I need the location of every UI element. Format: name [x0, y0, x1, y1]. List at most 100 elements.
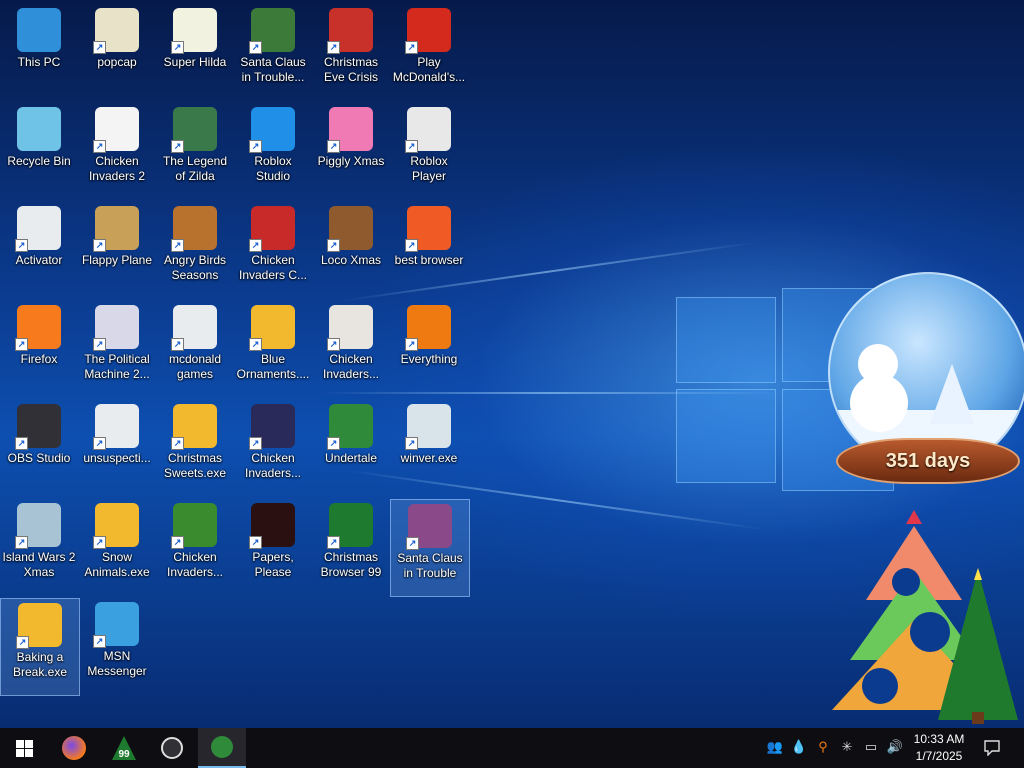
desktop-icon[interactable]: ↗ Roblox Player [390, 103, 468, 199]
desktop-icon-label: Blue Ornaments.... [236, 352, 310, 381]
desktop-icon-label: This PC [17, 55, 61, 69]
desktop-icon-label: Play McDonald's... [392, 55, 466, 84]
desktop-icon-label: MSN Messenger [87, 649, 147, 678]
shortcut-arrow-icon: ↗ [16, 636, 29, 649]
desktop-icon[interactable]: ↗ Piggly Xmas [312, 103, 390, 199]
shortcut-arrow-icon: ↗ [171, 437, 184, 450]
desktop-icon[interactable]: ↗ unsuspecti... [78, 400, 156, 496]
chicken-icon: ↗ [93, 107, 139, 153]
desktop-icon[interactable]: ↗ Chicken Invaders... [234, 400, 312, 496]
desktop-icon-label: mcdonald games [168, 352, 222, 381]
desktop-icon-label: Loco Xmas [320, 253, 382, 267]
desktop-icon[interactable]: ↗ Chicken Invaders... [312, 301, 390, 397]
desktop-icon[interactable]: ↗ Chicken Invaders... [156, 499, 234, 595]
desktop-icon[interactable]: ↗ Everything [390, 301, 468, 397]
shortcut-arrow-icon: ↗ [405, 437, 418, 450]
desktop-icon-label: Flappy Plane [81, 253, 153, 267]
desktop-icon[interactable]: ↗ Firefox [0, 301, 78, 397]
desktop-icon[interactable]: ↗ MSN Messenger [78, 598, 156, 694]
shortcut-arrow-icon: ↗ [327, 338, 340, 351]
desktop-icon[interactable]: ↗ Blue Ornaments.... [234, 301, 312, 397]
desktop-icon-label: Piggly Xmas [317, 154, 385, 168]
undertale-icon: ↗ [327, 404, 373, 450]
desktop-icon[interactable]: ↗ Loco Xmas [312, 202, 390, 298]
shortcut-arrow-icon: ↗ [327, 41, 340, 54]
taskbar-firefox[interactable] [50, 728, 98, 768]
firefox-icon [62, 736, 86, 760]
desktop-icon[interactable]: ↗ Roblox Studio [234, 103, 312, 199]
desktop-icon[interactable]: ↗ Flappy Plane [78, 202, 156, 298]
system-clock[interactable]: 10:33 AM 1/7/2025 [906, 731, 972, 765]
desktop-icon-label: Santa Claus in Trouble [397, 551, 463, 580]
taskbar-christmas-browser[interactable]: 99 [100, 728, 148, 768]
exe-icon: ↗ [249, 305, 295, 351]
chicken-icon: ↗ [171, 503, 217, 549]
taskbar-obs[interactable] [148, 728, 196, 768]
shortcut-arrow-icon: ↗ [249, 140, 262, 153]
desktop-icon-label: Undertale [324, 451, 378, 465]
desktop-icon-label: best browser [394, 253, 464, 267]
desktop-icon[interactable]: ↗ Snow Animals.exe [78, 499, 156, 595]
roblox-icon: ↗ [405, 107, 451, 153]
desktop-icon-label: Activator [15, 253, 63, 267]
shortcut-arrow-icon: ↗ [249, 536, 262, 549]
desktop-icon[interactable]: ↗ Play McDonald's... [390, 4, 468, 100]
desktop-icon[interactable]: ↗ The Legend of Zilda [156, 103, 234, 199]
brave-icon: ↗ [405, 206, 451, 252]
desktop-icon[interactable]: ↗ mcdonald games [156, 301, 234, 397]
desktop-icon[interactable]: This PC [0, 4, 78, 100]
desktop-icon-label: Santa Claus in Trouble... A... [240, 55, 306, 84]
recycle-bin-icon [17, 107, 61, 151]
shortcut-arrow-icon: ↗ [15, 437, 28, 450]
desktop-icon-label: Chicken Invaders... [166, 550, 224, 579]
desktop-icon-label: winver.exe [400, 451, 458, 465]
shortcut-arrow-icon: ↗ [93, 437, 106, 450]
game-icon: ↗ [171, 107, 217, 153]
network-icon[interactable]: ▭ [862, 738, 880, 756]
droplet-icon[interactable]: 💧 [790, 738, 808, 756]
desktop-icon[interactable]: ↗ The Political Machine 2... [78, 301, 156, 397]
desktop-icon[interactable]: ↗Santa Claus in Trouble... A... [234, 4, 312, 100]
desktop-icon[interactable]: ↗ Baking a Break.exe [0, 598, 80, 696]
desktop-icon[interactable]: ↗ Santa Claus in Trouble [390, 499, 470, 597]
desktop-icon[interactable]: ↗ Christmas Browser 99 [312, 499, 390, 595]
desktop-icon[interactable]: Recycle Bin [0, 103, 78, 199]
desktop-icon[interactable]: ↗ Super Hilda [156, 4, 234, 100]
desktop-icon-label: Firefox [20, 352, 58, 366]
snowflake-icon[interactable]: ✳ [838, 738, 856, 756]
desktop-icon[interactable]: ↗ Undertale [312, 400, 390, 496]
shortcut-arrow-icon: ↗ [406, 537, 419, 550]
desktop-icon-label: OBS Studio [7, 451, 71, 465]
shortcut-arrow-icon: ↗ [93, 338, 106, 351]
taskbar: 99 👥 💧 ⚲ ✳ ▭ 🔊 10:33 AM 1/7/2025 [0, 728, 1024, 768]
shortcut-arrow-icon: ↗ [405, 338, 418, 351]
santa-icon: ↗ [327, 8, 373, 54]
notification-center-button[interactable] [972, 728, 1012, 768]
desktop-icon[interactable]: ↗ Christmas Sweets.exe [156, 400, 234, 496]
desktop-icon[interactable]: ↗ best browser [390, 202, 468, 298]
desktop-icon[interactable]: ↗ Activator [0, 202, 78, 298]
desktop-icon[interactable]: ↗ Christmas Eve Crisis [312, 4, 390, 100]
desktop-icon[interactable]: ↗ popcap [78, 4, 156, 100]
desktop-icon[interactable]: ↗ Island Wars 2 Xmas [0, 499, 78, 595]
shortcut-arrow-icon: ↗ [327, 140, 340, 153]
chicken-icon: ↗ [249, 404, 295, 450]
desktop-icon[interactable]: ↗ Chicken Invaders C... [234, 202, 312, 298]
desktop-icon[interactable]: ↗ OBS Studio [0, 400, 78, 496]
desktop-icon[interactable]: ↗ Papers, Please [234, 499, 312, 595]
desktop-icon[interactable]: ↗ Angry Birds Seasons [156, 202, 234, 298]
papers-please-icon: ↗ [249, 503, 295, 549]
taskbar-undertale[interactable] [198, 728, 246, 768]
tree-icon: ↗ [327, 503, 373, 549]
volume-icon[interactable]: 🔊 [886, 738, 904, 756]
start-button[interactable] [0, 728, 48, 768]
people-icon[interactable]: 👥 [766, 738, 784, 756]
window-icon: ↗ [405, 404, 451, 450]
desktop-icon[interactable]: ↗ winver.exe [390, 400, 468, 496]
shortcut-arrow-icon: ↗ [93, 41, 106, 54]
angry-birds-icon: ↗ [171, 206, 217, 252]
search-icon[interactable]: ⚲ [814, 738, 832, 756]
roblox-studio-icon: ↗ [249, 107, 295, 153]
desktop-icon-label: Recycle Bin [7, 154, 71, 168]
desktop-icon[interactable]: ↗ Chicken Invaders 2 [78, 103, 156, 199]
